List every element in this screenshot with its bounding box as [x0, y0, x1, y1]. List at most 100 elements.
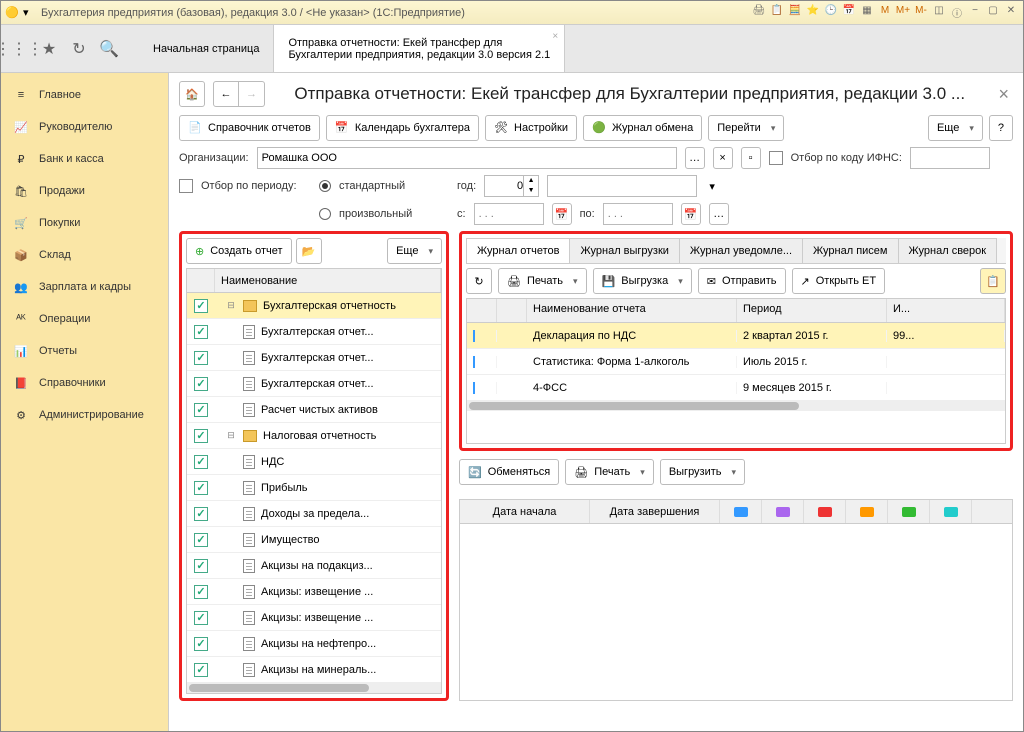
- lower-print-button[interactable]: 🖨Печать: [565, 459, 654, 485]
- m-plus-icon[interactable]: M+: [895, 5, 911, 21]
- checkbox-icon[interactable]: ✓: [194, 611, 208, 625]
- minimize-icon[interactable]: −: [967, 5, 983, 21]
- grid-row[interactable]: 4-ФСС 9 месяцев 2015 г.: [467, 375, 1005, 401]
- calendar-button[interactable]: 📅Календарь бухгалтера: [326, 115, 479, 141]
- date-to-pick[interactable]: 📅: [681, 203, 701, 225]
- tree-row[interactable]: ✓ Акцизы: извещение ...: [187, 579, 441, 605]
- year-spinner[interactable]: ▲▼: [484, 175, 539, 197]
- m-icon[interactable]: M: [877, 5, 893, 21]
- sidebar-item-manager[interactable]: 📈Руководителю: [1, 111, 168, 143]
- right-tab[interactable]: Журнал писем: [802, 238, 898, 263]
- tree-row[interactable]: ✓ Прибыль: [187, 475, 441, 501]
- checkbox-icon[interactable]: ✓: [194, 507, 208, 521]
- checkbox-icon[interactable]: ✓: [194, 429, 208, 443]
- sidebar-item-warehouse[interactable]: 📦Склад: [1, 239, 168, 271]
- tree-row[interactable]: ✓ Акцизы на нефтепро...: [187, 631, 441, 657]
- right-tab[interactable]: Журнал уведомле...: [679, 238, 803, 263]
- sidebar-item-purchases[interactable]: 🛒Покупки: [1, 207, 168, 239]
- help-button[interactable]: ?: [989, 115, 1013, 141]
- checkbox-icon[interactable]: ✓: [194, 481, 208, 495]
- export-button[interactable]: 💾Выгрузка: [593, 268, 692, 294]
- sidebar-item-salary[interactable]: 👥Зарплата и кадры: [1, 271, 168, 303]
- sidebar-item-refs[interactable]: 📕Справочники: [1, 367, 168, 399]
- checkbox-icon[interactable]: ✓: [194, 585, 208, 599]
- sidebar-item-sales[interactable]: 🛍Продажи: [1, 175, 168, 207]
- tree-row[interactable]: ✓ Расчет чистых активов: [187, 397, 441, 423]
- refresh-button[interactable]: ↻: [466, 268, 492, 294]
- m-minus-icon[interactable]: M-: [913, 5, 929, 21]
- date-extra-button[interactable]: …: [709, 203, 729, 225]
- cal-icon[interactable]: 📅: [841, 5, 857, 21]
- checkbox-icon[interactable]: ✓: [194, 299, 208, 313]
- create-report-button[interactable]: ⊕Создать отчет: [186, 238, 292, 264]
- org-extra-button[interactable]: ▫: [741, 147, 761, 169]
- right-tab[interactable]: Журнал сверок: [898, 238, 998, 263]
- forward-button[interactable]: →: [239, 81, 265, 107]
- tree-row[interactable]: ✓ ⊟ Бухгалтерская отчетность: [187, 293, 441, 319]
- checkbox-icon[interactable]: ✓: [194, 403, 208, 417]
- print-icon[interactable]: 🖨: [751, 5, 767, 21]
- right-tab[interactable]: Журнал отчетов: [466, 238, 570, 263]
- lower-export-button[interactable]: Выгрузить: [660, 459, 745, 485]
- tree-row[interactable]: ✓ Акцизы: извещение ...: [187, 605, 441, 631]
- mode-custom-radio[interactable]: [319, 208, 331, 220]
- apps-icon[interactable]: ⋮⋮⋮: [9, 39, 29, 59]
- checkbox-icon[interactable]: ✓: [194, 559, 208, 573]
- reports-grid[interactable]: Наименование отчета Период И... Декларац…: [466, 298, 1006, 444]
- checkbox-icon[interactable]: ✓: [194, 455, 208, 469]
- expander-icon[interactable]: ⊟: [225, 300, 237, 311]
- goto-button[interactable]: Перейти: [708, 115, 784, 141]
- dropdown-icon[interactable]: ▾: [23, 6, 37, 20]
- home-button[interactable]: 🏠: [179, 81, 205, 107]
- period-combo[interactable]: [547, 175, 697, 197]
- settings-button[interactable]: 🛠Настройки: [485, 115, 577, 141]
- send-button[interactable]: ✉Отправить: [698, 268, 786, 294]
- favorite-icon[interactable]: ★: [39, 39, 59, 59]
- clock-icon[interactable]: 🕒: [823, 5, 839, 21]
- expander-icon[interactable]: ⊟: [225, 430, 237, 441]
- print-button[interactable]: 🖨Печать: [498, 268, 587, 294]
- period-checkbox[interactable]: [179, 179, 193, 193]
- open-et-button[interactable]: ↗Открыть ЕТ: [792, 268, 886, 294]
- tool-icon[interactable]: 📋: [769, 5, 785, 21]
- history-icon[interactable]: ↻: [69, 39, 89, 59]
- search-icon[interactable]: 🔍: [99, 39, 119, 59]
- tree-row[interactable]: ✓ ⊟ Налоговая отчетность: [187, 423, 441, 449]
- left-tool-icon[interactable]: 📂: [296, 238, 322, 264]
- left-more-button[interactable]: Еще: [387, 238, 442, 264]
- sidebar-item-main[interactable]: ≡Главное: [1, 79, 168, 111]
- right-tab[interactable]: Журнал выгрузки: [569, 238, 679, 263]
- checkbox-icon[interactable]: ✓: [194, 377, 208, 391]
- panel-icon[interactable]: ◫: [931, 5, 947, 21]
- tree-row[interactable]: ✓ Акцизы на подакциз...: [187, 553, 441, 579]
- tab-current[interactable]: Отправка отчетности: Екей трансфер для Б…: [274, 25, 565, 72]
- back-button[interactable]: ←: [213, 81, 239, 107]
- tree-row[interactable]: ✓ Доходы за предела...: [187, 501, 441, 527]
- ifns-checkbox[interactable]: [769, 151, 783, 165]
- maximize-icon[interactable]: ▢: [985, 5, 1001, 21]
- checkbox-icon[interactable]: ✓: [194, 637, 208, 651]
- org-clear-button[interactable]: ×: [713, 147, 733, 169]
- calc-icon[interactable]: 🧮: [787, 5, 803, 21]
- org-pick-button[interactable]: …: [685, 147, 705, 169]
- tree-row[interactable]: ✓ Бухгалтерская отчет...: [187, 345, 441, 371]
- mode-std-radio[interactable]: [319, 180, 331, 192]
- checkbox-icon[interactable]: ✓: [194, 533, 208, 547]
- report-tree[interactable]: Наименование ✓ ⊟ Бухгалтерская отчетност…: [186, 268, 442, 694]
- lower-grid[interactable]: Дата начала Дата завершения: [459, 499, 1013, 701]
- more-button[interactable]: Еще: [928, 115, 983, 141]
- right-extra-icon[interactable]: 📋: [980, 268, 1006, 294]
- star-icon[interactable]: ⭐: [805, 5, 821, 21]
- checkbox-icon[interactable]: ✓: [194, 325, 208, 339]
- exchange-button[interactable]: 🔄Обменяться: [459, 459, 559, 485]
- sidebar-item-admin[interactable]: ⚙Администрирование: [1, 399, 168, 431]
- checkbox-icon[interactable]: ✓: [194, 351, 208, 365]
- tree-row[interactable]: ✓ НДС: [187, 449, 441, 475]
- date-from-pick[interactable]: 📅: [552, 203, 572, 225]
- page-close-icon[interactable]: ×: [994, 84, 1013, 105]
- tree-row[interactable]: ✓ Бухгалтерская отчет...: [187, 371, 441, 397]
- tab-close-icon[interactable]: ×: [552, 31, 558, 42]
- tree-row[interactable]: ✓ Акцизы на минераль...: [187, 657, 441, 683]
- date-to-input[interactable]: [603, 203, 673, 225]
- ifns-input[interactable]: [910, 147, 990, 169]
